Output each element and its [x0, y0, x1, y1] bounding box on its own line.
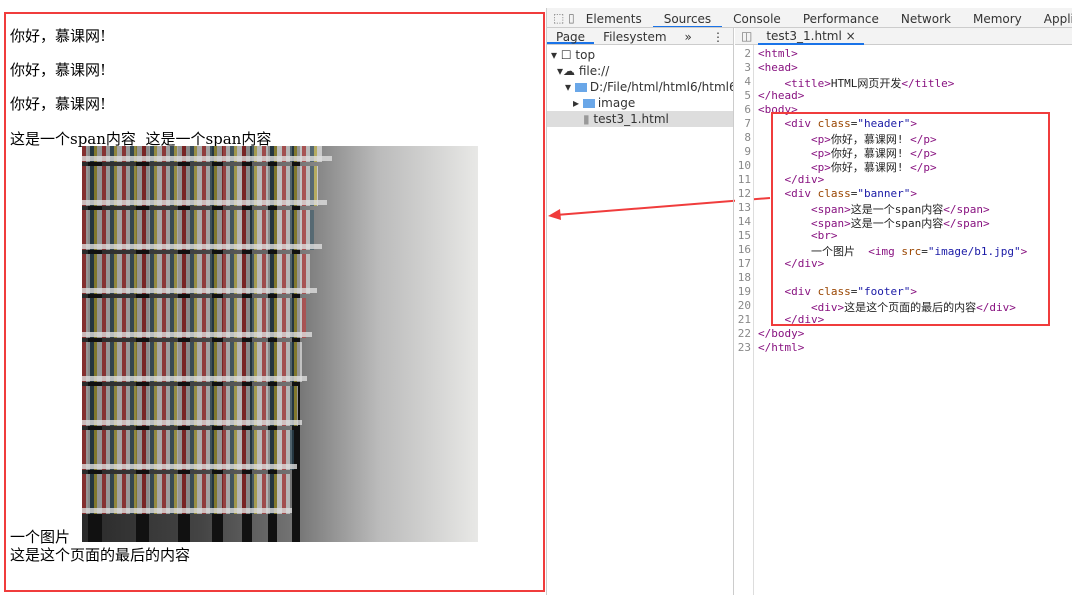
line-number: 17: [737, 257, 751, 270]
tree-label: top: [575, 48, 596, 62]
folder-icon: [574, 83, 587, 92]
sources-sidebar: Page Filesystem » ⋮ ▾ ☐ top ▾☁ file:// ▾…: [547, 28, 734, 595]
line-number: 13: [737, 201, 751, 214]
tab-page[interactable]: Page: [547, 28, 595, 44]
tree-label: image: [597, 96, 636, 110]
tab-performance[interactable]: Performance: [792, 8, 890, 27]
code-line: </body>: [758, 327, 804, 340]
line-number: 22: [737, 327, 751, 340]
line-number: 6: [744, 103, 751, 116]
code-token: <html>: [758, 47, 798, 60]
tab-application[interactable]: Application: [1033, 8, 1072, 27]
line-number: 15: [737, 229, 751, 242]
line-number: 14: [737, 215, 751, 228]
tab-sources[interactable]: Sources: [652, 8, 723, 27]
tab-memory[interactable]: Memory: [962, 8, 1033, 27]
code-line: <head>: [758, 61, 798, 74]
tab-network[interactable]: Network: [890, 8, 962, 27]
line-number: 9: [744, 145, 751, 158]
code-token: HTML网页开发: [830, 77, 902, 90]
tree-label: D:/File/html/html6/html6_1: [589, 80, 733, 94]
code-token: </html>: [758, 341, 805, 354]
line-number: 18: [737, 271, 751, 284]
editor-tab[interactable]: test3_1.html ×: [758, 29, 864, 45]
line-number: 4: [744, 75, 751, 88]
line-number: 2: [744, 47, 751, 60]
tree-item-file-html[interactable]: ▮ test3_1.html: [547, 111, 733, 127]
code-line: <html>: [758, 47, 798, 60]
line-number: 12: [737, 187, 751, 200]
line-number: 16: [737, 243, 751, 256]
tree-label: file://: [578, 64, 610, 78]
folder-icon: [582, 99, 595, 108]
file-icon: ▮: [583, 112, 594, 126]
code-token: </title>: [901, 77, 955, 90]
line-number: 21: [737, 313, 751, 326]
tree-item-image[interactable]: ▸ image: [547, 95, 733, 111]
line-number: 5: [744, 89, 751, 102]
line-number: 11: [737, 173, 751, 186]
code-line: </head>: [758, 89, 804, 102]
code-line: </html>: [758, 341, 804, 354]
inspect-icon[interactable]: ⬚ ▯: [547, 11, 575, 25]
line-number: 3: [744, 61, 751, 74]
tab-console[interactable]: Console: [722, 8, 792, 27]
line-number: 7: [744, 117, 751, 130]
toggle-sidebar-icon[interactable]: ◫: [735, 29, 758, 43]
tab-elements[interactable]: Elements: [575, 8, 653, 27]
code-token: </body>: [758, 327, 805, 340]
more-tabs-button[interactable]: »: [676, 28, 701, 44]
line-number: 20: [737, 299, 751, 312]
code-token: <head>: [758, 61, 798, 74]
highlight-box: [771, 112, 1050, 326]
code-token: </head>: [758, 89, 805, 102]
menu-icon[interactable]: ⋮: [703, 28, 733, 44]
line-number: 19: [737, 285, 751, 298]
tree-label: test3_1.html: [593, 112, 669, 126]
tree-item-folder[interactable]: ▾ D:/File/html/html6/html6_1: [547, 79, 733, 95]
line-number: 23: [737, 341, 751, 354]
line-number: 8: [744, 131, 751, 144]
tree-item-file[interactable]: ▾☁ file://: [547, 63, 733, 79]
tab-filesystem[interactable]: Filesystem: [594, 28, 675, 44]
devtools-toolbar: ⬚ ▯ Elements Sources Console Performance Net…: [547, 8, 1072, 28]
line-number: 10: [737, 159, 751, 172]
tree-item-top[interactable]: ▾ ☐ top: [547, 47, 733, 63]
